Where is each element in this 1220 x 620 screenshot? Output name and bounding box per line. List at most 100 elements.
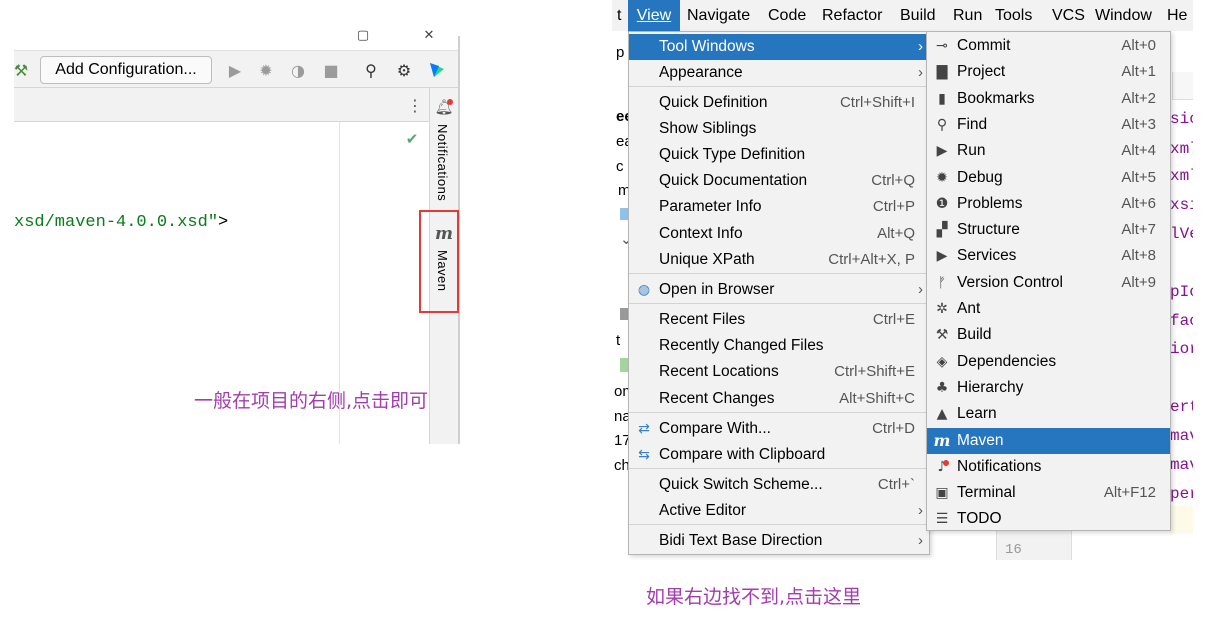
debug-icon[interactable]: ✹ <box>255 59 277 81</box>
view-menu-item-tool-windows[interactable]: Tool Windows › <box>629 34 929 60</box>
view-menu-item-unique-xpath[interactable]: Unique XPath Ctrl+Alt+X, P <box>629 247 929 273</box>
view-menu-item-recently-changed-files[interactable]: Recently Changed Files <box>629 333 929 359</box>
bg-code-fragment: fac <box>1170 312 1193 330</box>
view-menu-item-context-info[interactable]: Context Info Alt+Q <box>629 221 929 247</box>
tool-window-item-version-control[interactable]: ᚠ Version Control Alt+9 <box>927 270 1170 296</box>
todo-icon: ☰ <box>935 511 949 528</box>
menu-code[interactable]: Code <box>763 0 811 31</box>
tool-window-item-ant[interactable]: ✲ Ant <box>927 296 1170 322</box>
menu-build[interactable]: Build <box>895 0 941 31</box>
tool-window-item-run[interactable]: ▶ Run Alt+4 <box>927 138 1170 164</box>
compare-icon: ⇄ <box>638 421 650 437</box>
tool-window-item-services[interactable]: ▶ Services Alt+8 <box>927 243 1170 269</box>
menu-bar: t View Navigate Code Refactor Build Run … <box>612 0 1193 31</box>
hammer-icon: ⚒ <box>935 327 949 344</box>
menu-item-shortcut: Ctrl+Q <box>871 172 915 189</box>
tool-window-item-debug[interactable]: ✹ Debug Alt+5 <box>927 165 1170 191</box>
menu-item-label: Terminal <box>957 484 1016 502</box>
menu-item-label: Services <box>957 247 1017 265</box>
menu-item-label: Dependencies <box>957 352 1057 370</box>
view-menu-item-recent-files[interactable]: Recent Files Ctrl+E <box>629 307 929 333</box>
learn-icon: ▲ <box>936 406 948 423</box>
view-menu-item-quick-switch-scheme[interactable]: Quick Switch Scheme... Ctrl+` <box>629 472 929 498</box>
menu-help-partial[interactable]: He <box>1162 0 1192 31</box>
tool-window-item-build[interactable]: ⚒ Build <box>927 322 1170 348</box>
tool-window-item-bookmarks[interactable]: ▮ Bookmarks Alt+2 <box>927 86 1170 112</box>
menu-item-shortcut: Alt+0 <box>1121 37 1156 54</box>
search-icon[interactable]: ⚲ <box>360 59 382 81</box>
menu-item-label: Compare With... <box>659 420 771 437</box>
left-caption: 一般在项目的右侧,点击即可 <box>194 390 429 412</box>
tool-window-item-terminal[interactable]: ▣ Terminal Alt+F12 <box>927 480 1170 506</box>
coverage-icon[interactable]: ◑ <box>287 59 309 81</box>
menu-item-label: Problems <box>957 194 1023 212</box>
menu-view[interactable]: View <box>628 0 680 31</box>
view-menu-item-quick-documentation[interactable]: Quick Documentation Ctrl+Q <box>629 168 929 194</box>
menu-item-label: Recent Files <box>659 311 746 328</box>
view-menu-item-quick-type-definition[interactable]: Quick Type Definition <box>629 142 929 168</box>
add-configuration-button[interactable]: Add Configuration... <box>40 56 212 84</box>
view-menu-item-bidi-text-base-direction[interactable]: Bidi Text Base Direction › <box>629 528 929 554</box>
view-menu-item-compare-with-clipboard[interactable]: ⇆ Compare with Clipboard <box>629 442 929 468</box>
bg-code-fragment: pIc <box>1170 283 1193 301</box>
menu-vcs[interactable]: VCS <box>1047 0 1090 31</box>
submenu-arrow-icon: › <box>918 64 923 81</box>
tool-window-item-problems[interactable]: ❶ Problems Alt+6 <box>927 191 1170 217</box>
tool-window-item-learn[interactable]: ▲ Learn <box>927 401 1170 427</box>
tool-window-item-notifications[interactable]: ♪ Notifications <box>927 454 1170 480</box>
gear-icon[interactable]: ⚙ <box>393 59 415 81</box>
menu-item-shortcut: Ctrl+Alt+X, P <box>828 251 915 268</box>
bg-gutter: 16 <box>996 530 1072 560</box>
menu-run[interactable]: Run <box>948 0 987 31</box>
menu-item-shortcut: Alt+Shift+C <box>839 390 915 407</box>
more-options-icon[interactable]: ⋮ <box>404 94 426 116</box>
menu-item-shortcut: Alt+2 <box>1121 89 1156 107</box>
bg-code-fragment: ert <box>1170 398 1193 416</box>
menu-item-label: Bidi Text Base Direction <box>659 532 823 549</box>
menu-item-label: Recently Changed Files <box>659 337 824 354</box>
view-menu-item-recent-locations[interactable]: Recent Locations Ctrl+Shift+E <box>629 359 929 385</box>
menu-item-shortcut: Alt+F12 <box>1103 484 1156 502</box>
menu-tools[interactable]: Tools <box>990 0 1037 31</box>
tool-window-item-structure[interactable]: ▞ Structure Alt+7 <box>927 217 1170 243</box>
bg-code-fragment: ior <box>1170 340 1193 358</box>
view-menu-item-compare-with[interactable]: ⇄ Compare With... Ctrl+D <box>629 416 929 442</box>
tool-window-item-dependencies[interactable]: ◈ Dependencies <box>927 349 1170 375</box>
tool-window-item-hierarchy[interactable]: ♣ Hierarchy <box>927 375 1170 401</box>
submenu-arrow-icon: › <box>918 502 923 519</box>
view-menu-item-quick-definition[interactable]: Quick Definition Ctrl+Shift+I <box>629 90 929 116</box>
terminal-icon: ▣ <box>935 485 949 502</box>
close-icon[interactable]: ✕ <box>418 24 440 46</box>
view-menu-item-open-in-browser[interactable]: ◍ Open in Browser › <box>629 277 929 303</box>
tool-window-item-todo[interactable]: ☰ TODO <box>927 506 1170 532</box>
jetbrains-logo-icon[interactable] <box>426 59 448 81</box>
menu-refactor[interactable]: Refactor <box>817 0 887 31</box>
menu-separator <box>629 468 929 469</box>
hammer-icon[interactable]: ⚒ <box>14 59 32 81</box>
tool-window-item-find[interactable]: ⚲ Find Alt+3 <box>927 112 1170 138</box>
menu-file-partial[interactable]: t <box>612 0 626 31</box>
menu-item-label: Parameter Info <box>659 198 762 215</box>
view-menu-item-active-editor[interactable]: Active Editor › <box>629 498 929 524</box>
tool-window-item-maven[interactable]: m Maven <box>927 427 1170 454</box>
menu-window[interactable]: Window <box>1090 0 1157 31</box>
run-icon[interactable]: ▶ <box>224 59 246 81</box>
notifications-tool-button[interactable]: Notifications <box>435 124 450 201</box>
view-menu-item-show-siblings[interactable]: Show Siblings <box>629 116 929 142</box>
maximize-icon[interactable]: ▢ <box>352 24 374 46</box>
view-menu-item-appearance[interactable]: Appearance › <box>629 60 929 86</box>
view-menu-item-recent-changes[interactable]: Recent Changes Alt+Shift+C <box>629 386 929 412</box>
menu-item-label: Commit <box>957 37 1011 54</box>
tool-window-item-project[interactable]: ▇ Project Alt+1 <box>927 59 1170 85</box>
view-menu-item-parameter-info[interactable]: Parameter Info Ctrl+P <box>629 194 929 220</box>
stop-icon[interactable]: ■ <box>320 59 342 81</box>
tool-window-item-commit[interactable]: ⊸ Commit Alt+0 <box>927 33 1170 59</box>
bg-code-fragment: sic <box>1170 110 1193 128</box>
bg-code-fragment: xml <box>1170 167 1193 185</box>
dependencies-icon: ◈ <box>936 353 948 370</box>
menu-item-shortcut: Ctrl+E <box>872 311 915 328</box>
bg-current-line <box>1170 506 1193 534</box>
menu-navigate[interactable]: Navigate <box>682 0 755 31</box>
menu-item-label: Active Editor <box>659 502 747 519</box>
notification-dot <box>943 459 949 466</box>
